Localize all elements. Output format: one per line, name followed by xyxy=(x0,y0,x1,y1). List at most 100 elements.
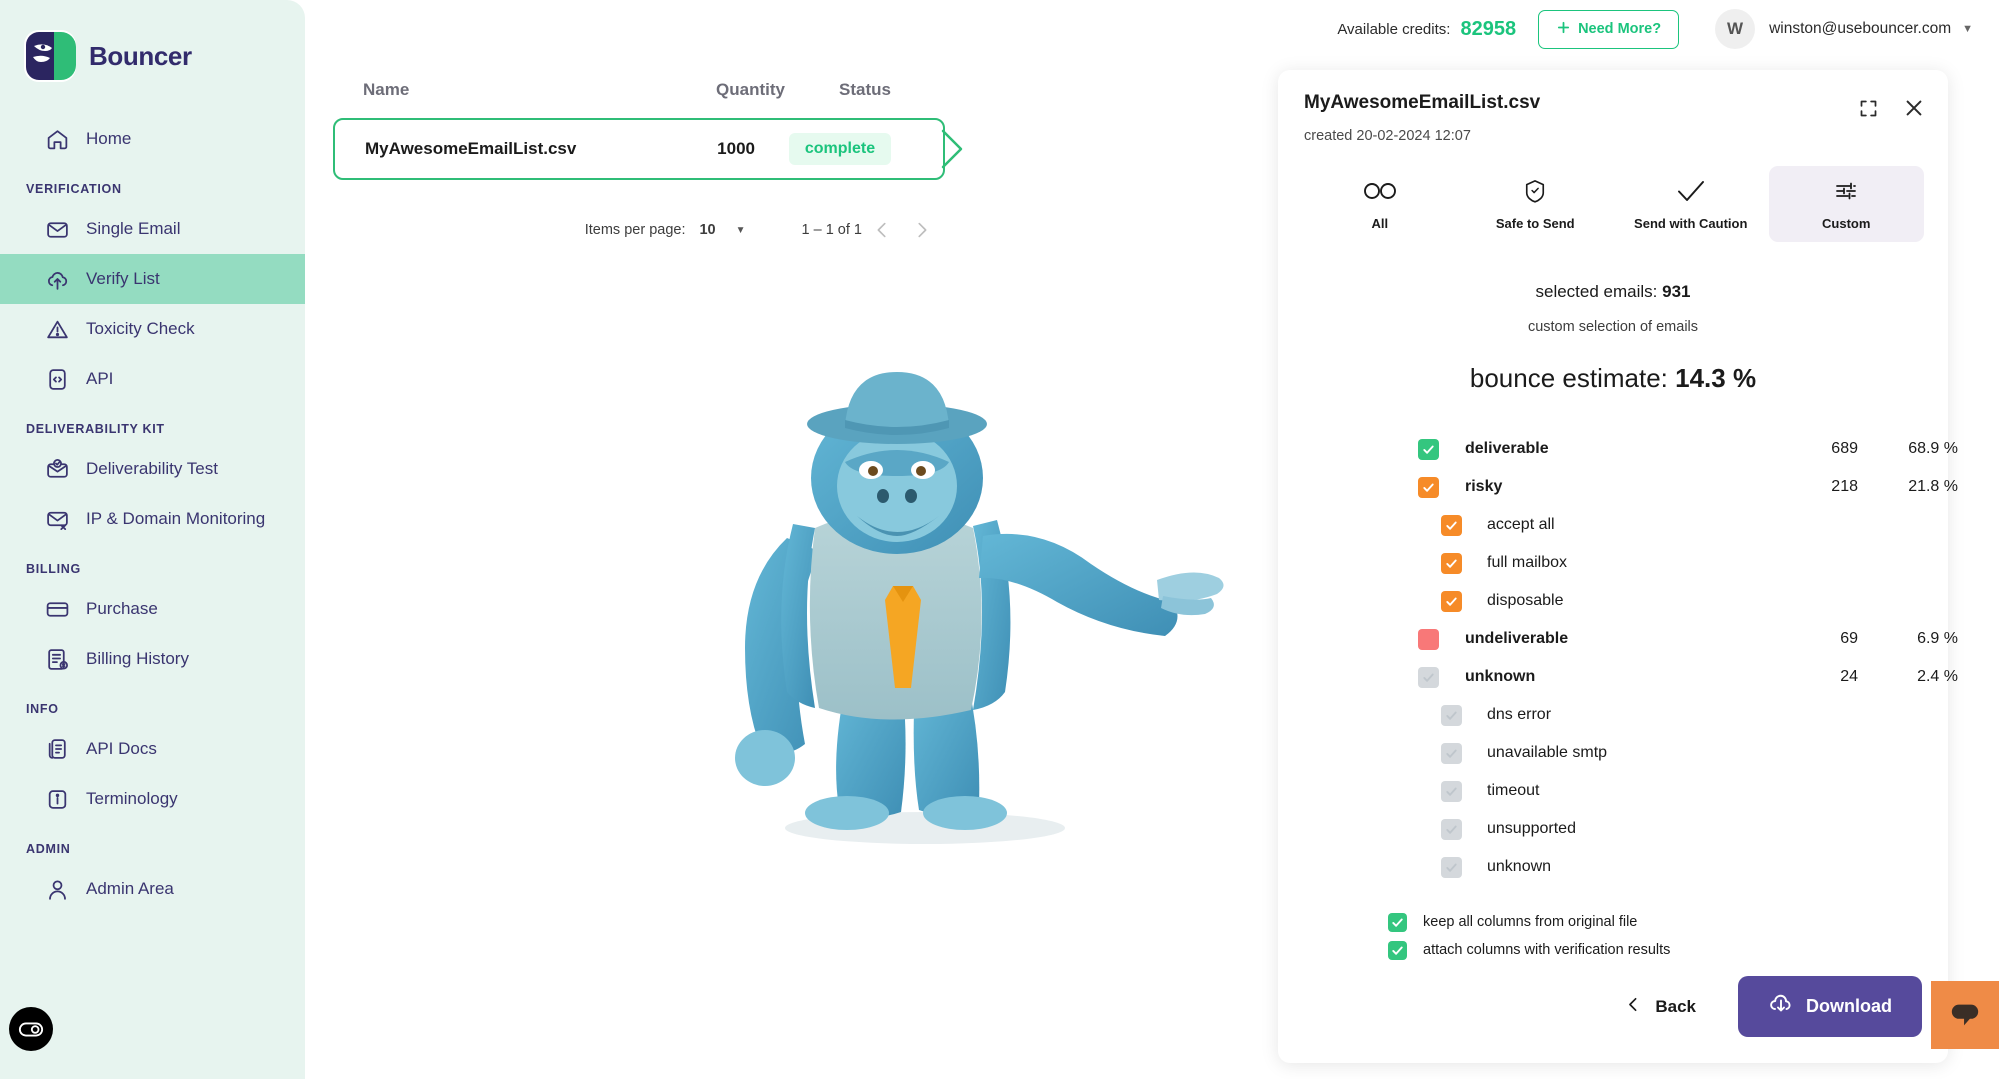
checkbox-disabled-icon[interactable] xyxy=(1418,666,1439,688)
pager-next-button[interactable] xyxy=(902,210,942,250)
back-label: Back xyxy=(1655,996,1696,1016)
sidebar-section-verification: VERIFICATION xyxy=(26,182,122,196)
option-row-keep-columns[interactable]: keep all columns from original file xyxy=(1388,908,1948,936)
pager-prev-button[interactable] xyxy=(862,210,902,250)
download-button[interactable]: Download xyxy=(1738,976,1922,1037)
list-header: Name Quantity Status xyxy=(305,58,972,100)
sidebar-section-admin: ADMIN xyxy=(26,842,71,856)
invoice-icon xyxy=(44,646,70,672)
checkbox-checked-icon[interactable] xyxy=(1418,476,1439,498)
category-row-unknown-sub[interactable]: unknown xyxy=(1418,848,1948,886)
selection-description: custom selection of emails xyxy=(1527,319,1699,335)
export-options: keep all columns from original file atta… xyxy=(1278,908,1948,964)
status-badge: complete xyxy=(788,133,892,165)
infinity-icon xyxy=(1363,178,1397,204)
sidebar-item-label: Verify List xyxy=(86,269,160,288)
option-row-attach-columns[interactable]: attach columns with verification results xyxy=(1388,936,1948,964)
category-row-timeout[interactable]: timeout xyxy=(1418,772,1948,810)
sliders-icon xyxy=(1834,178,1858,204)
bounce-estimate-value: 14.3 % xyxy=(1675,363,1757,393)
tab-all[interactable]: All xyxy=(1302,166,1458,242)
category-row-risky[interactable]: risky 218 21.8 % xyxy=(1418,468,1958,506)
cell-status: complete xyxy=(755,133,925,165)
sidebar-item-single-email[interactable]: Single Email xyxy=(0,204,305,254)
avatar[interactable]: W xyxy=(1715,9,1756,49)
chat-bubble-icon[interactable] xyxy=(1931,981,1999,1049)
chevron-down-icon: ▼ xyxy=(735,224,746,236)
sidebar-item-deliverability-test[interactable]: Deliverability Test xyxy=(0,444,305,494)
category-row-disposable[interactable]: disposable xyxy=(1418,582,1948,620)
cell-file-name: MyAwesomeEmailList.csv xyxy=(365,139,577,158)
sidebar-item-billing-history[interactable]: Billing History xyxy=(0,634,305,684)
app-root: Bouncer Home VERIFICATION Single Email V… xyxy=(0,0,1999,1079)
sidebar-item-admin-area[interactable]: Admin Area xyxy=(0,864,305,914)
sidebar-item-api-docs[interactable]: API Docs xyxy=(0,724,305,774)
home-icon xyxy=(44,126,70,152)
category-label: timeout xyxy=(1487,782,1540,799)
file-detail-panel: MyAwesomeEmailList.csv created 20-02-202… xyxy=(1278,70,1958,1063)
checkbox-disabled-icon[interactable] xyxy=(1441,742,1462,764)
sidebar-item-toxicity-check[interactable]: Toxicity Check xyxy=(0,304,305,354)
tab-label: Safe to Send xyxy=(1495,215,1575,231)
checkbox-disabled-icon[interactable] xyxy=(1441,818,1462,840)
back-button[interactable]: Back xyxy=(1611,986,1710,1028)
items-per-page-value: 10 xyxy=(699,222,716,238)
info-icon xyxy=(44,786,70,812)
need-more-label: Need More? xyxy=(1578,21,1662,37)
category-row-undeliverable[interactable]: undeliverable 69 6.9 % xyxy=(1418,620,1958,658)
code-icon xyxy=(44,366,70,392)
panel-created-date: created 20-02-2024 12:07 xyxy=(1304,128,1471,144)
credit-card-icon xyxy=(44,596,70,622)
sidebar-item-ip-domain-monitoring[interactable]: IP & Domain Monitoring xyxy=(0,494,305,544)
user-icon xyxy=(44,876,70,902)
expand-icon[interactable] xyxy=(1856,96,1880,120)
close-icon[interactable] xyxy=(1902,96,1926,120)
checkbox-checked-icon[interactable] xyxy=(1388,940,1407,960)
tab-custom[interactable]: Custom xyxy=(1768,166,1924,242)
sidebar-item-api[interactable]: API xyxy=(0,354,305,404)
sidebar-item-terminology[interactable]: Terminology xyxy=(0,774,305,824)
checkbox-disabled-icon[interactable] xyxy=(1441,780,1462,802)
bounce-estimate-line: bounce estimate: 14.3 % xyxy=(1278,363,1948,394)
brand[interactable]: Bouncer xyxy=(0,0,305,82)
checkbox-checked-icon[interactable] xyxy=(1441,552,1462,574)
category-row-unsupported[interactable]: unsupported xyxy=(1418,810,1948,848)
pager: Items per page: 10 ▼ 1 – 1 of 1 xyxy=(305,210,942,250)
checkbox-checked-icon[interactable] xyxy=(1418,438,1439,460)
cookie-consent-icon[interactable] xyxy=(9,1007,53,1051)
category-label: unsupported xyxy=(1487,820,1576,837)
category-row-dns-error[interactable]: dns error xyxy=(1418,696,1948,734)
sidebar-item-home[interactable]: Home xyxy=(0,114,305,164)
checkbox-disabled-icon[interactable] xyxy=(1441,856,1462,878)
category-row-unavailable-smtp[interactable]: unavailable smtp xyxy=(1418,734,1948,772)
tab-safe-to-send[interactable]: Safe to Send xyxy=(1458,166,1614,242)
sidebar-section-billing: BILLING xyxy=(26,562,81,576)
bounce-estimate-label: bounce estimate: xyxy=(1469,363,1668,393)
tab-send-with-caution[interactable]: Send with Caution xyxy=(1613,166,1769,242)
row-selected-arrow-icon xyxy=(941,129,963,169)
chevron-down-icon[interactable]: ▼ xyxy=(1962,23,1973,35)
checkbox-disabled-icon[interactable] xyxy=(1441,704,1462,726)
checkbox-checked-icon[interactable] xyxy=(1441,514,1462,536)
user-email: winston@usebouncer.com xyxy=(1769,20,1952,37)
need-more-button[interactable]: Need More? xyxy=(1538,9,1680,49)
category-row-accept-all[interactable]: accept all xyxy=(1418,506,1948,544)
sidebar-section-deliverability-kit: DELIVERABILITY KIT xyxy=(26,422,165,436)
checkbox-unchecked-icon[interactable] xyxy=(1418,628,1439,650)
category-row-full-mailbox[interactable]: full mailbox xyxy=(1418,544,1948,582)
table-row[interactable]: MyAwesomeEmailList.csv 1000 complete xyxy=(333,118,945,180)
envelope-check-icon xyxy=(44,456,70,482)
sidebar-item-label: Billing History xyxy=(86,649,189,668)
checkbox-checked-icon[interactable] xyxy=(1388,912,1407,932)
category-label: deliverable xyxy=(1465,440,1549,457)
category-row-unknown[interactable]: unknown 24 2.4 % xyxy=(1418,658,1958,696)
category-percent: 68.9 % xyxy=(1908,440,1958,457)
checkbox-checked-icon[interactable] xyxy=(1441,590,1462,612)
sidebar-item-verify-list[interactable]: Verify List xyxy=(0,254,305,304)
category-row-deliverable[interactable]: deliverable 689 68.9 % xyxy=(1418,430,1958,468)
panel-footer: Back Download xyxy=(1278,976,1948,1063)
sidebar-item-purchase[interactable]: Purchase xyxy=(0,584,305,634)
sidebar-nav: Home VERIFICATION Single Email Verify Li… xyxy=(0,114,305,914)
sidebar: Bouncer Home VERIFICATION Single Email V… xyxy=(0,0,305,1079)
items-per-page-select[interactable]: 10 ▼ xyxy=(699,222,745,238)
